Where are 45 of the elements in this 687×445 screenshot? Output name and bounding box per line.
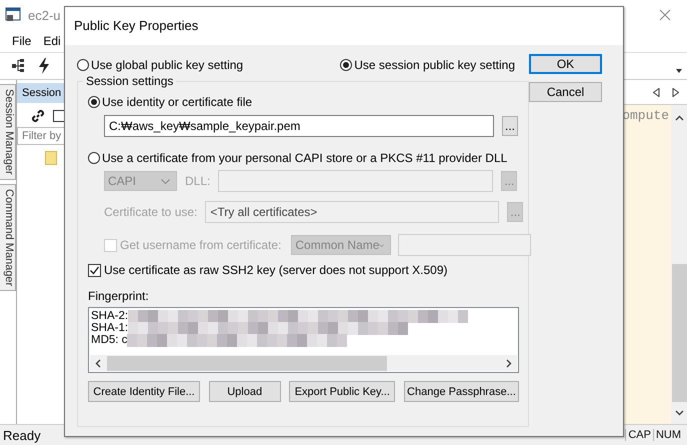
caret-icon [379,242,384,248]
checkmark-icon [89,264,100,276]
caret-icon[interactable] [676,69,682,73]
radio-option[interactable]: Use a certificate from your personal CAPI store or a PKCS #11 provider DLL [88,151,528,165]
link-icon[interactable] [31,109,45,123]
horizontal-scrollbar[interactable] [90,355,517,371]
right-arrow-icon[interactable] [672,88,679,96]
fingerprint-line: SHA-2: [91,310,128,322]
radio-option[interactable]: Use global public key setting [77,54,244,76]
checkbox-option[interactable]: Use certificate as raw SSH2 key (server does not support X.509) [88,263,528,277]
status-text: Ready [2,428,41,442]
certificate-label: Certificate to use: [104,205,198,219]
side-tab[interactable]: Session Manager [0,84,16,180]
scrollbar[interactable] [671,105,687,424]
fingerprint-label: Fingerprint: [88,289,150,303]
menu-item[interactable]: Edi [43,34,61,48]
fingerprint-line: SHA-1: [91,322,128,334]
app-icon [5,7,21,23]
action-button[interactable]: Change Passphrase... [404,381,519,402]
radio-option[interactable]: Use session public key setting [340,54,515,76]
close-icon[interactable] [659,9,671,21]
scrollbar-thumb[interactable] [672,264,686,402]
folder-icon [45,151,57,165]
dll-label: DLL: [185,174,210,188]
group-legend: Session settings [83,74,176,88]
dialog-button[interactable]: Cancel [529,82,602,102]
side-tab[interactable]: Command Manager [0,184,16,291]
file-path-field[interactable]: C:₩aws_key₩sample_keypair.pem [104,115,494,137]
terminal-text: ompute [622,108,670,123]
dialog-button[interactable]: OK [529,54,602,74]
left-arrow-icon[interactable] [653,88,660,96]
caret-icon [161,178,170,184]
network-icon[interactable] [12,59,26,73]
window-title: ec2-u [28,8,61,22]
dialog-title: Public Key Properties [65,7,623,45]
status-indicator: NUM [652,429,683,441]
fingerprint-line: MD5: c [91,334,128,346]
status-indicator: CAP [625,429,653,441]
browse-button[interactable]: ... [502,116,518,136]
action-button[interactable]: Export Public Key... [289,381,396,402]
action-button[interactable]: Upload [208,381,281,402]
scrollbar-thumb[interactable] [107,356,387,370]
action-button[interactable]: Create Identity File... [88,381,200,402]
lightning-icon[interactable] [38,58,50,74]
menu-item[interactable]: File [12,34,32,48]
